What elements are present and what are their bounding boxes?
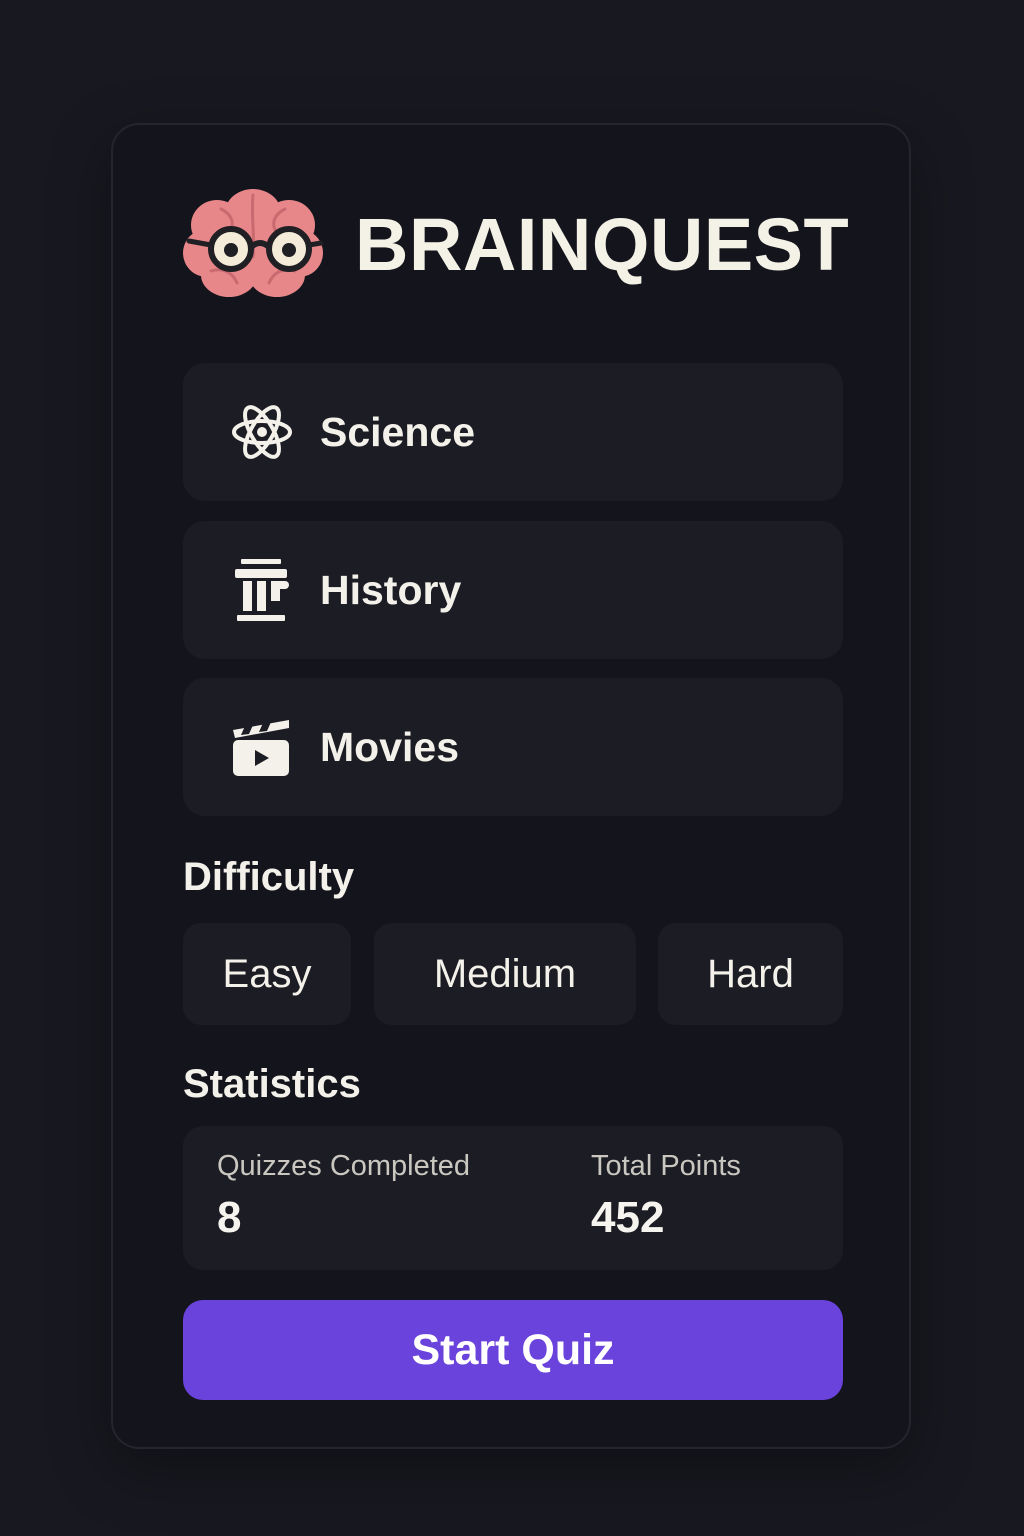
app-header: BRAINQUEST [181,185,849,305]
category-label: Movies [320,723,459,770]
stat-value: 452 [591,1193,665,1242]
stat-value: 8 [217,1193,242,1242]
category-movies-button[interactable]: Movies [183,678,843,816]
difficulty-hard-button[interactable]: Hard [658,923,843,1025]
category-label: History [320,566,462,613]
app-title: BRAINQUEST [355,203,850,286]
stat-quizzes-completed: Quizzes Completed 8 [217,1150,470,1243]
stat-label: Quizzes Completed [217,1150,471,1182]
difficulty-medium-button[interactable]: Medium [374,923,636,1025]
category-science-button[interactable]: Science [183,363,843,501]
difficulty-heading: Difficulty [183,855,355,899]
statistics-heading: Statistics [183,1062,361,1106]
clapperboard-icon [231,714,293,780]
stat-label: Total Points [591,1150,741,1182]
pillar-icon [231,557,293,623]
difficulty-easy-button[interactable]: Easy [183,923,351,1025]
start-quiz-button[interactable]: Start Quiz [183,1300,843,1400]
main-card: BRAINQUEST Science History Movies Diffic… [111,123,911,1449]
stat-total-points: Total Points 452 [591,1150,741,1243]
brain-with-glasses-icon [183,189,324,297]
category-history-button[interactable]: History [183,521,843,659]
atom-icon [231,399,293,465]
statistics-panel: Quizzes Completed 8 Total Points 452 [183,1126,843,1270]
category-label: Science [320,408,475,455]
